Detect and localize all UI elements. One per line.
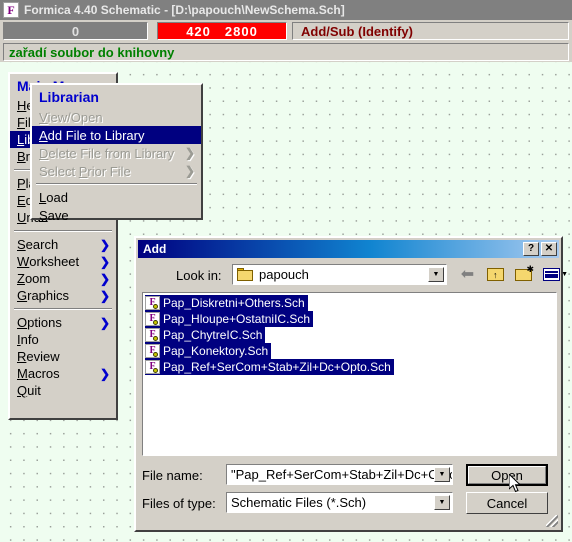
look-in-row: Look in: papouch ▼ ⬅ ↑ ✱ ▼: [142, 264, 568, 288]
view-menu-icon[interactable]: ▼: [541, 265, 568, 284]
chevron-down-icon[interactable]: ▼: [434, 495, 450, 510]
open-button-label: Open: [491, 467, 523, 483]
list-item[interactable]: F Pap_ChytreIC.Sch: [145, 327, 266, 343]
look-in-value: papouch: [259, 267, 309, 282]
object-count-field[interactable]: 0: [3, 22, 148, 40]
menu-item-zoom[interactable]: Zoom ❯: [10, 270, 116, 287]
schematic-file-icon: F: [145, 344, 160, 358]
help-button[interactable]: ?: [523, 242, 539, 256]
app-icon-letter: F: [7, 3, 15, 17]
menu-item-options[interactable]: Options ❯: [10, 314, 116, 331]
menu-item-graphics[interactable]: Graphics ❯: [10, 287, 116, 304]
dialog-titlebar-buttons: ? ✕: [523, 242, 557, 256]
chevron-right-icon: ❯: [99, 288, 110, 303]
mode-field[interactable]: Add/Sub (Identify): [292, 22, 569, 40]
menu-item-macros[interactable]: Macros ❯: [10, 365, 116, 382]
folder-icon: [237, 268, 253, 281]
librarian-item-add-file-to-library[interactable]: Add File to Library: [32, 126, 201, 144]
dialog-title: Add: [143, 242, 167, 256]
schematic-file-icon: F: [145, 360, 160, 374]
add-file-dialog: Add ? ✕ Look in: papouch ▼ ⬅ ↑ ✱ ▼ F Pap…: [134, 236, 568, 532]
menu-item-worksheet[interactable]: Worksheet ❯: [10, 253, 116, 270]
file-name: Pap_Konektory.Sch: [163, 344, 269, 358]
coordinates-field[interactable]: 420 2800: [157, 22, 287, 40]
menu-separator: [14, 308, 112, 310]
list-item[interactable]: F Pap_Ref+SerCom+Stab+Zil+Dc+Opto.Sch: [145, 359, 394, 375]
resize-grip[interactable]: [546, 515, 558, 527]
up-one-level-icon[interactable]: ↑: [485, 265, 506, 284]
dialog-titlebar[interactable]: Add ? ✕: [138, 240, 559, 258]
look-in-combobox[interactable]: papouch ▼: [232, 264, 447, 285]
file-name: Pap_Ref+SerCom+Stab+Zil+Dc+Opto.Sch: [163, 360, 391, 374]
back-arrow-icon[interactable]: ⬅: [457, 265, 478, 284]
coordinate-x: 420: [186, 23, 211, 39]
look-in-label: Look in:: [176, 268, 222, 283]
schematic-file-icon: F: [145, 312, 160, 326]
file-name-label: File name:: [142, 468, 203, 483]
librarian-separator: [36, 183, 197, 185]
file-name-value: "Pap_Ref+SerCom+Stab+Zil+Dc+Opto.Sch": [231, 467, 452, 482]
chevron-right-icon: ❯: [184, 146, 195, 160]
schematic-file-icon: F: [145, 328, 160, 342]
list-item[interactable]: F Pap_Diskretni+Others.Sch: [145, 295, 308, 311]
menu-item-search[interactable]: Search ❯: [10, 236, 116, 253]
chevron-right-icon: ❯: [99, 366, 110, 381]
file-name-input[interactable]: "Pap_Ref+SerCom+Stab+Zil+Dc+Opto.Sch" ▼: [226, 464, 453, 485]
mode-label: Add/Sub (Identify): [301, 23, 413, 39]
list-item[interactable]: F Pap_Hloupe+OstatniIC.Sch: [145, 311, 314, 327]
librarian-item-load[interactable]: Load: [32, 188, 201, 206]
cancel-button[interactable]: Cancel: [466, 492, 548, 514]
application-window: F Formica 4.40 Schematic - [D:\papouch\N…: [0, 0, 572, 542]
open-button[interactable]: Open: [466, 464, 548, 486]
dialog-nav-toolbar: ⬅ ↑ ✱ ▼: [457, 264, 568, 285]
librarian-item-delete-file-from-library[interactable]: Delete File from Library ❯: [32, 144, 201, 162]
schematic-file-icon: F: [145, 296, 160, 310]
chevron-right-icon: ❯: [99, 254, 110, 269]
librarian-submenu-title: Librarian: [39, 89, 99, 105]
menu-item-quit[interactable]: Quit: [10, 382, 116, 399]
object-count-value: 0: [71, 23, 80, 39]
window-titlebar: F Formica 4.40 Schematic - [D:\papouch\N…: [0, 0, 572, 20]
toolbar: 0 420 2800 Add/Sub (Identify): [0, 20, 572, 42]
menu-item-review[interactable]: Review: [10, 348, 116, 365]
librarian-submenu: Librarian View/Open Add File to Library …: [30, 83, 203, 223]
menu-item-info[interactable]: Info: [10, 331, 116, 348]
file-type-value: Schematic Files (*.Sch): [231, 495, 367, 510]
file-list[interactable]: F Pap_Diskretni+Others.Sch F Pap_Hloupe+…: [142, 292, 557, 456]
menu-separator: [14, 230, 112, 232]
file-name: Pap_Diskretni+Others.Sch: [163, 296, 305, 310]
file-name: Pap_ChytreIC.Sch: [163, 328, 263, 342]
cancel-button-label: Cancel: [486, 495, 528, 511]
librarian-item-save[interactable]: Save: [32, 206, 201, 224]
window-title: Formica 4.40 Schematic - [D:\papouch\New…: [24, 3, 345, 17]
chevron-right-icon: ❯: [99, 271, 110, 286]
formica-app-icon: F: [3, 2, 19, 18]
file-type-combobox[interactable]: Schematic Files (*.Sch) ▼: [226, 492, 453, 513]
chevron-right-icon: ❯: [99, 315, 110, 330]
close-button[interactable]: ✕: [541, 242, 557, 256]
chevron-right-icon: ❯: [99, 237, 110, 252]
chevron-down-icon[interactable]: ▼: [428, 267, 444, 282]
librarian-item-select-prior-file[interactable]: Select Prior File ❯: [32, 162, 201, 180]
chevron-right-icon: ❯: [184, 164, 195, 178]
status-bar: zařadí soubor do knihovny: [3, 43, 569, 61]
list-item[interactable]: F Pap_Konektory.Sch: [145, 343, 272, 359]
coordinate-y: 2800: [224, 23, 258, 39]
file-type-label: Files of type:: [142, 496, 216, 511]
status-text: zařadí soubor do knihovny: [9, 44, 175, 60]
librarian-item-view-open[interactable]: View/Open: [32, 108, 201, 126]
file-name: Pap_Hloupe+OstatniIC.Sch: [163, 312, 311, 326]
chevron-down-icon[interactable]: ▼: [434, 467, 450, 482]
new-folder-icon[interactable]: ✱: [513, 265, 534, 284]
